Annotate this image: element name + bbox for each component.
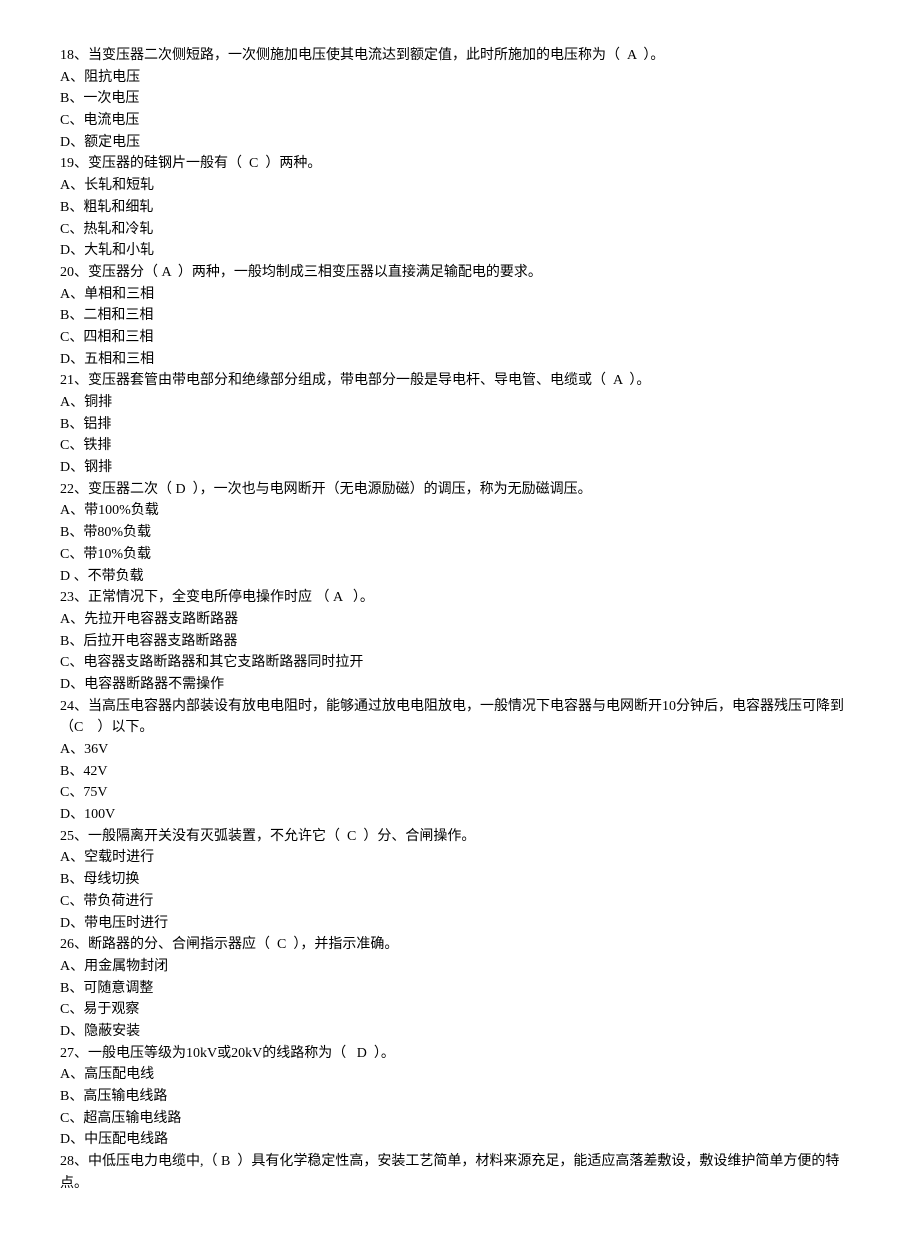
question-option: A、铜排 [60,392,860,414]
question-stem: 28、中低压电力电缆中,（ B ）具有化学稳定性高，安装工艺简单，材料来源充足，… [60,1151,860,1194]
question-option: B、一次电压 [60,88,860,110]
question-option: B、高压输电线路 [60,1086,860,1108]
question-option: A、36V [60,739,860,761]
question-stem: 27、一般电压等级为10kV或20kV的线路称为（ D ）。 [60,1043,860,1065]
question-option: A、高压配电线 [60,1064,860,1086]
question-stem: 22、变压器二次（ D ），一次也与电网断开（无电源励磁）的调压，称为无励磁调压… [60,479,860,501]
question-option: A、长轧和短轧 [60,175,860,197]
question-option: B、后拉开电容器支路断路器 [60,631,860,653]
question-option: C、铁排 [60,435,860,457]
question-option: B、二相和三相 [60,305,860,327]
question-option: B、带80%负载 [60,522,860,544]
question-option: A、用金属物封闭 [60,956,860,978]
question-option: C、热轧和冷轧 [60,219,860,241]
question-option: D、中压配电线路 [60,1129,860,1151]
question-stem: 24、当高压电容器内部装设有放电电阻时，能够通过放电电阻放电，一般情况下电容器与… [60,696,860,739]
question-option: D、大轧和小轧 [60,240,860,262]
question-stem: 20、变压器分（ A ）两种，一般均制成三相变压器以直接满足输配电的要求。 [60,262,860,284]
question-option: D、额定电压 [60,132,860,154]
question-option: D、100V [60,804,860,826]
question-option: C、75V [60,782,860,804]
question-option: C、电流电压 [60,110,860,132]
question-option: A、空载时进行 [60,847,860,869]
question-option: C、电容器支路断路器和其它支路断路器同时拉开 [60,652,860,674]
question-option: A、单相和三相 [60,284,860,306]
question-option: D、电容器断路器不需操作 [60,674,860,696]
question-option: B、母线切换 [60,869,860,891]
question-option: B、粗轧和细轧 [60,197,860,219]
question-option: D 、不带负载 [60,566,860,588]
question-option: C、四相和三相 [60,327,860,349]
question-option: D、隐蔽安装 [60,1021,860,1043]
question-option: A、带100%负载 [60,500,860,522]
question-option: B、可随意调整 [60,978,860,1000]
question-stem: 23、正常情况下，全变电所停电操作时应 （ A ）。 [60,587,860,609]
question-stem: 26、断路器的分、合闸指示器应（ C ），并指示准确。 [60,934,860,956]
question-option: B、42V [60,761,860,783]
question-option: C、易于观察 [60,999,860,1021]
question-option: D、钢排 [60,457,860,479]
question-stem: 19、变压器的硅钢片一般有（ C ）两种。 [60,153,860,175]
question-option: C、带10%负载 [60,544,860,566]
question-option: A、阻抗电压 [60,67,860,89]
question-option: A、先拉开电容器支路断路器 [60,609,860,631]
question-option: B、铝排 [60,414,860,436]
question-option: D、五相和三相 [60,349,860,371]
question-option: D、带电压时进行 [60,913,860,935]
question-option: C、超高压输电线路 [60,1108,860,1130]
question-option: C、带负荷进行 [60,891,860,913]
document-body: 18、当变压器二次侧短路，一次侧施加电压使其电流达到额定值，此时所施加的电压称为… [60,45,860,1194]
question-stem: 21、变压器套管由带电部分和绝缘部分组成，带电部分一般是导电杆、导电管、电缆或（… [60,370,860,392]
question-stem: 25、一般隔离开关没有灭弧装置，不允许它（ C ）分、合闸操作。 [60,826,860,848]
question-stem: 18、当变压器二次侧短路，一次侧施加电压使其电流达到额定值，此时所施加的电压称为… [60,45,860,67]
